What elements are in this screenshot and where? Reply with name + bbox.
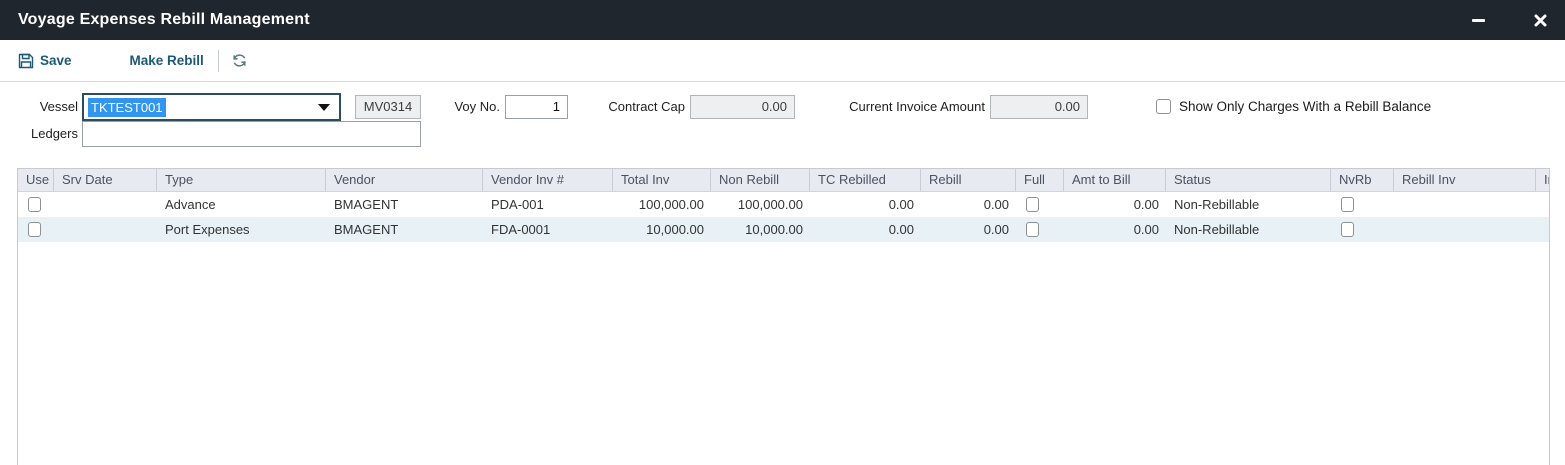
minimize-icon <box>1472 19 1485 22</box>
cell-rebill: 0.00 <box>921 192 1016 217</box>
current-invoice-amount-field: 0.00 <box>990 95 1088 119</box>
use-checkbox[interactable] <box>28 222 41 237</box>
column-header-use: Use <box>18 169 54 191</box>
column-header-tc-rebilled: TC Rebilled <box>810 169 921 191</box>
column-header-total-inv: Total Inv <box>613 169 711 191</box>
full-checkbox[interactable] <box>1026 222 1039 237</box>
show-only-rebill-balance-label: Show Only Charges With a Rebill Balance <box>1179 99 1431 115</box>
save-button-label: Save <box>40 53 72 68</box>
use-checkbox[interactable] <box>28 197 41 212</box>
ledgers-input[interactable] <box>82 121 421 147</box>
column-header-full: Full <box>1016 169 1064 191</box>
cell-full <box>1016 197 1064 212</box>
save-icon <box>18 53 34 69</box>
cell-tc-rebilled: 0.00 <box>810 217 921 242</box>
make-rebill-label: Make Rebill <box>130 53 204 68</box>
column-header-non-rebill: Non Rebill <box>711 169 810 191</box>
close-icon <box>1534 14 1547 27</box>
voy-no-label: Voy No. <box>430 95 500 119</box>
table-row[interactable]: Port ExpensesBMAGENTFDA-000110,000.0010,… <box>18 217 1550 242</box>
table-header-row: UseSrv DateTypeVendorVendor Inv #Total I… <box>18 169 1550 192</box>
cell-status: Non-Rebillable <box>1166 217 1331 242</box>
cell-use <box>18 222 54 237</box>
cell-full <box>1016 222 1064 237</box>
cell-vendor: BMAGENT <box>326 192 483 217</box>
column-header-inv: Inv <box>1536 169 1550 191</box>
close-button[interactable] <box>1523 0 1557 40</box>
ledgers-label: Ledgers <box>0 122 78 146</box>
cell-type: Advance <box>157 192 326 217</box>
save-button[interactable]: Save <box>18 53 72 69</box>
cell-use <box>18 197 54 212</box>
vessel-selected-value: TKTEST001 <box>88 98 166 117</box>
cell-type: Port Expenses <box>157 217 326 242</box>
refresh-icon <box>231 52 248 69</box>
full-checkbox[interactable] <box>1026 197 1039 212</box>
cell-vendor-inv: PDA-001 <box>483 192 613 217</box>
column-header-status: Status <box>1166 169 1331 191</box>
toolbar-divider <box>218 50 219 72</box>
column-header-vendor-inv: Vendor Inv # <box>483 169 613 191</box>
table-body: AdvanceBMAGENTPDA-001100,000.00100,000.0… <box>18 192 1549 242</box>
cell-total-inv: 100,000.00 <box>613 192 711 217</box>
titlebar: Voyage Expenses Rebill Management <box>0 0 1565 40</box>
refresh-button[interactable] <box>231 52 248 69</box>
cell-amt-to-bill: 0.00 <box>1064 217 1166 242</box>
current-invoice-amount-label: Current Invoice Amount <box>800 95 985 119</box>
make-rebill-button[interactable]: Make Rebill <box>130 53 204 68</box>
cell-status: Non-Rebillable <box>1166 192 1331 217</box>
column-header-vendor: Vendor <box>326 169 483 191</box>
column-header-rebill-inv: Rebill Inv <box>1394 169 1536 191</box>
cell-rebill: 0.00 <box>921 217 1016 242</box>
table-row[interactable]: AdvanceBMAGENTPDA-001100,000.00100,000.0… <box>18 192 1550 217</box>
cell-nvrb <box>1331 222 1394 237</box>
cell-vendor-inv: FDA-0001 <box>483 217 613 242</box>
column-header-srv-date: Srv Date <box>54 169 157 191</box>
cell-total-inv: 10,000.00 <box>613 217 711 242</box>
voyage-expenses-rebill-window: Voyage Expenses Rebill Management Save M… <box>0 0 1565 465</box>
column-header-rebill: Rebill <box>921 169 1016 191</box>
column-header-amt-to-bill: Amt to Bill <box>1064 169 1166 191</box>
cell-non-rebill: 10,000.00 <box>711 217 810 242</box>
show-only-rebill-balance-checkbox[interactable] <box>1156 99 1171 114</box>
contract-cap-field: 0.00 <box>690 95 795 119</box>
cell-tc-rebilled: 0.00 <box>810 192 921 217</box>
minimize-button[interactable] <box>1461 0 1495 40</box>
nvrb-checkbox[interactable] <box>1341 197 1354 212</box>
column-header-nvrb: NvRb <box>1331 169 1394 191</box>
column-header-type: Type <box>157 169 326 191</box>
contract-cap-label: Contract Cap <box>560 95 685 119</box>
cell-amt-to-bill: 0.00 <box>1064 192 1166 217</box>
voy-no-input[interactable]: 1 <box>505 95 568 119</box>
toolbar: Save Make Rebill <box>0 40 1565 82</box>
cell-vendor: BMAGENT <box>326 217 483 242</box>
window-title: Voyage Expenses Rebill Management <box>0 11 310 29</box>
vessel-code-field: MV0314 <box>355 95 421 119</box>
vessel-label: Vessel <box>0 95 78 119</box>
vessel-dropdown[interactable]: TKTEST001 <box>82 93 341 121</box>
cell-nvrb <box>1331 197 1394 212</box>
cell-non-rebill: 100,000.00 <box>711 192 810 217</box>
nvrb-checkbox[interactable] <box>1341 222 1354 237</box>
dropdown-caret-icon[interactable] <box>318 104 330 111</box>
charges-table: UseSrv DateTypeVendorVendor Inv #Total I… <box>17 168 1550 465</box>
